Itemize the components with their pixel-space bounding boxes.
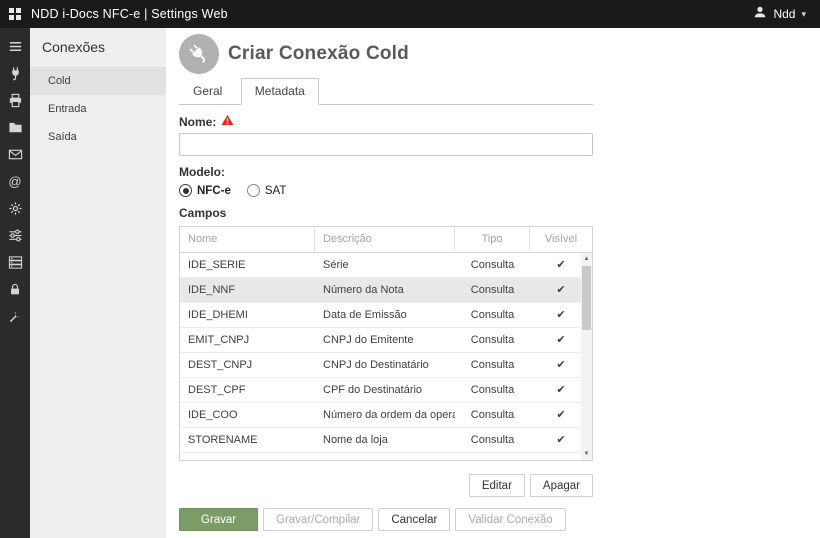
cancelar-button[interactable]: Cancelar — [378, 508, 450, 531]
user-name: Ndd — [773, 7, 795, 21]
cell-nome: IDE_SERIE — [180, 253, 315, 277]
cell-tipo: Consulta — [455, 403, 530, 427]
cell-descricao: Série — [315, 253, 455, 277]
cell-descricao: Data de Emissão — [315, 303, 455, 327]
connection-avatar-icon — [179, 34, 219, 74]
server-icon[interactable] — [0, 249, 30, 276]
tab-bar: Geral Metadata — [179, 77, 593, 105]
icon-rail: @ — [0, 28, 30, 538]
apagar-button[interactable]: Apagar — [530, 474, 593, 497]
page-title: Criar Conexão Cold — [228, 43, 409, 65]
gravar-button[interactable]: Gravar — [179, 508, 258, 531]
campos-label: Campos — [179, 206, 593, 220]
cell-nome: IDE_COO — [180, 403, 315, 427]
at-icon[interactable]: @ — [0, 168, 30, 195]
sidebar-item-entrada[interactable]: Entrada — [30, 95, 166, 123]
main-content: Criar Conexão Cold Geral Metadata Nome: … — [166, 28, 820, 538]
table-row[interactable]: IDE_NNF Número da Nota Consulta ✔ — [180, 278, 592, 303]
cell-descricao: Número da ordem da operaç... — [315, 403, 455, 427]
header-visivel[interactable]: Visível — [530, 227, 592, 252]
cell-tipo: Consulta — [455, 378, 530, 402]
table-row[interactable]: STORENAME Nome da loja Consulta ✔ — [180, 428, 592, 453]
printer-icon[interactable] — [0, 87, 30, 114]
scroll-down-icon[interactable]: ▼ — [581, 448, 592, 460]
cell-tipo: Consulta — [455, 328, 530, 352]
cell-tipo: Consulta — [455, 253, 530, 277]
table-row[interactable]: DEST_CNPJ CNPJ do Destinatário Consulta … — [180, 353, 592, 378]
scroll-up-icon[interactable]: ▲ — [581, 253, 592, 265]
radio-sat-label: SAT — [265, 185, 287, 197]
wrench-icon[interactable] — [0, 303, 30, 330]
cell-descricao: Nome da loja — [315, 428, 455, 452]
table-row[interactable]: IDE_COO Número da ordem da operaç... Con… — [180, 403, 592, 428]
nome-label: Nome: — [179, 115, 216, 129]
gravar-compilar-button[interactable]: Gravar/Compilar — [263, 508, 373, 531]
radio-sat-dot — [247, 184, 260, 197]
validar-conexao-button[interactable]: Validar Conexão — [455, 508, 565, 531]
editar-button[interactable]: Editar — [469, 474, 525, 497]
cell-nome: IDE_DHEMI — [180, 303, 315, 327]
connections-icon[interactable] — [0, 60, 30, 87]
cell-descricao: CPF do Destinatário — [315, 378, 455, 402]
app-title: NDD i-Docs NFC-e | Settings Web — [31, 7, 228, 21]
cell-nome: DEST_CPF — [180, 378, 315, 402]
table-scrollbar[interactable]: ▲ ▼ — [581, 253, 592, 460]
chevron-down-icon: ▾ — [801, 9, 806, 20]
cell-tipo: Consulta — [455, 353, 530, 377]
table-row[interactable]: IDE_DHEMI Data de Emissão Consulta ✔ — [180, 303, 592, 328]
sidebar: Conexões Cold Entrada Saída — [30, 28, 166, 538]
footer-actions: Gravar Gravar/Compilar Cancelar Validar … — [179, 508, 566, 531]
tab-metadata[interactable]: Metadata — [241, 78, 319, 105]
menu-icon[interactable] — [0, 33, 30, 60]
radio-nfce-label: NFC-e — [197, 185, 231, 197]
header-tipo[interactable]: Tipo — [455, 227, 530, 252]
sidebar-item-cold[interactable]: Cold — [30, 67, 166, 95]
header-nome[interactable]: Nome — [180, 227, 315, 252]
cell-nome: STORENAME — [180, 428, 315, 452]
mail-icon[interactable] — [0, 141, 30, 168]
filters-icon[interactable] — [0, 222, 30, 249]
nome-label-row: Nome: — [179, 114, 593, 129]
table-actions: Editar Apagar — [179, 474, 593, 497]
cell-nome: IDE_NNF — [180, 278, 315, 302]
app-launcher-icon[interactable] — [9, 8, 21, 20]
cell-descricao: Número da Nota — [315, 278, 455, 302]
modelo-label: Modelo: — [179, 165, 593, 179]
nome-input[interactable] — [179, 133, 593, 156]
user-icon — [753, 5, 767, 24]
cell-tipo: Consulta — [455, 278, 530, 302]
table-row[interactable]: DEST_CPF CPF do Destinatário Consulta ✔ — [180, 378, 592, 403]
user-menu[interactable]: Ndd ▾ — [753, 5, 820, 24]
header-descricao[interactable]: Descrição — [315, 227, 455, 252]
warning-icon — [221, 114, 234, 129]
table-row[interactable]: IDE_SERIE Série Consulta ✔ — [180, 253, 592, 278]
modelo-options: NFC-e SAT — [179, 184, 593, 197]
cell-descricao: CNPJ do Destinatário — [315, 353, 455, 377]
sidebar-item-saida[interactable]: Saída — [30, 123, 166, 151]
cell-tipo: Consulta — [455, 428, 530, 452]
radio-nfce[interactable]: NFC-e — [179, 184, 231, 197]
page-header: Criar Conexão Cold — [179, 34, 820, 74]
cell-tipo: Consulta — [455, 303, 530, 327]
topbar: NDD i-Docs NFC-e | Settings Web Ndd ▾ — [0, 0, 820, 28]
table-body: IDE_SERIE Série Consulta ✔ IDE_NNF Númer… — [180, 253, 592, 460]
cell-nome: EMIT_CNPJ — [180, 328, 315, 352]
campos-table: Nome Descrição Tipo Visível IDE_SERIE Sé… — [179, 226, 593, 461]
cell-descricao: CNPJ do Emitente — [315, 328, 455, 352]
table-header: Nome Descrição Tipo Visível — [180, 227, 592, 253]
tab-geral[interactable]: Geral — [179, 78, 236, 105]
folder-icon[interactable] — [0, 114, 30, 141]
cell-nome: DEST_CNPJ — [180, 353, 315, 377]
radio-nfce-dot — [179, 184, 192, 197]
sidebar-title: Conexões — [30, 28, 166, 67]
svg-text:@: @ — [8, 174, 21, 189]
radio-sat[interactable]: SAT — [247, 184, 287, 197]
lock-icon[interactable] — [0, 276, 30, 303]
scrollbar-thumb[interactable] — [582, 266, 591, 330]
table-row[interactable]: EMIT_CNPJ CNPJ do Emitente Consulta ✔ — [180, 328, 592, 353]
gear-icon[interactable] — [0, 195, 30, 222]
